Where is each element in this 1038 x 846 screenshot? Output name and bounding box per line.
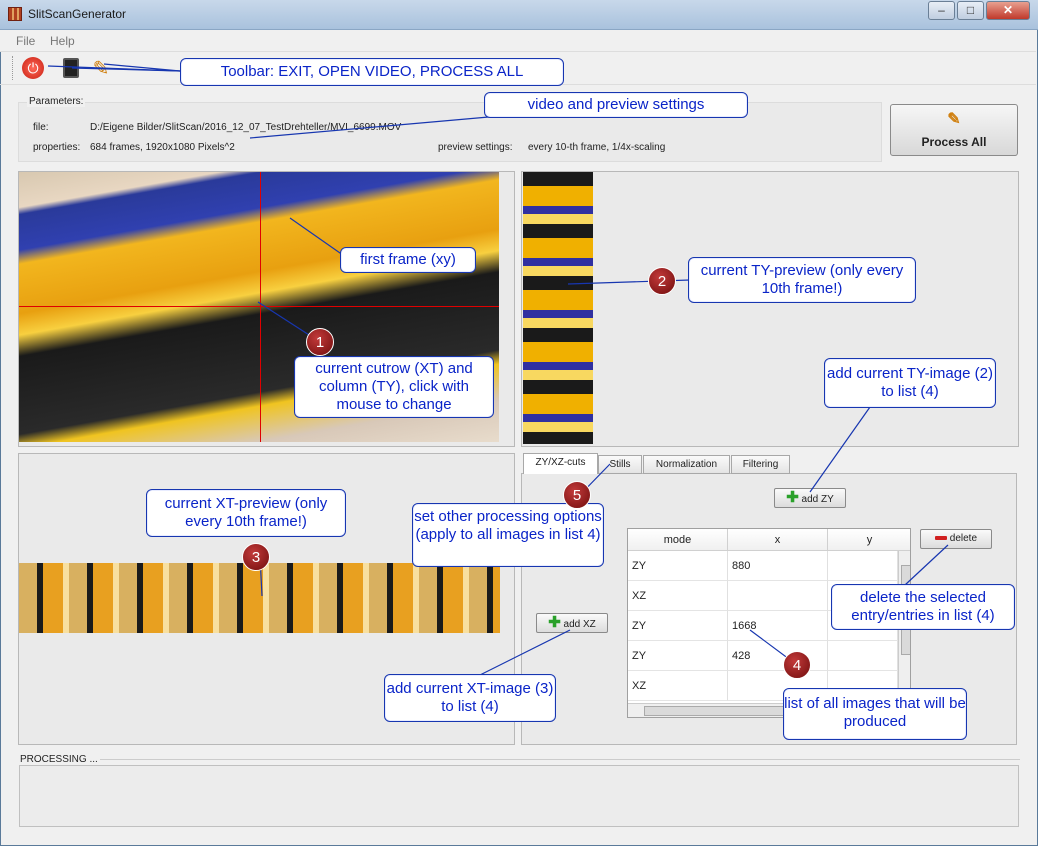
badge-2: 2 [648, 267, 676, 295]
callout-list-all: list of all images that will be produced [783, 688, 967, 740]
pointer-video-settings [249, 115, 501, 139]
callout-video-settings: video and preview settings [484, 92, 748, 118]
badge-1: 1 [306, 328, 334, 356]
callout-ty-preview: current TY-preview (only every 10th fram… [688, 257, 916, 303]
callout-xt-preview: current XT-preview (only every 10th fram… [146, 489, 346, 537]
callout-delete-entry: delete the selected entry/entries in lis… [831, 584, 1015, 630]
pointer-add-ty [809, 406, 871, 493]
callout-add-xt: add current XT-image (3) to list (4) [384, 674, 556, 722]
pointer-add-xt [479, 629, 571, 676]
callout-first-frame: first frame (xy) [340, 247, 476, 273]
badge-5: 5 [563, 481, 591, 509]
pointer-delete [904, 544, 949, 586]
callout-add-ty: add current TY-image (2) to list (4) [824, 358, 996, 408]
badge-3: 3 [242, 543, 270, 571]
badge-4: 4 [783, 651, 811, 679]
callout-other-options: set other processing options (apply to a… [412, 503, 604, 567]
callout-cut-row: current cutrow (XT) and column (TY), cli… [294, 356, 494, 418]
callout-toolbar: Toolbar: EXIT, OPEN VIDEO, PROCESS ALL [180, 58, 564, 86]
